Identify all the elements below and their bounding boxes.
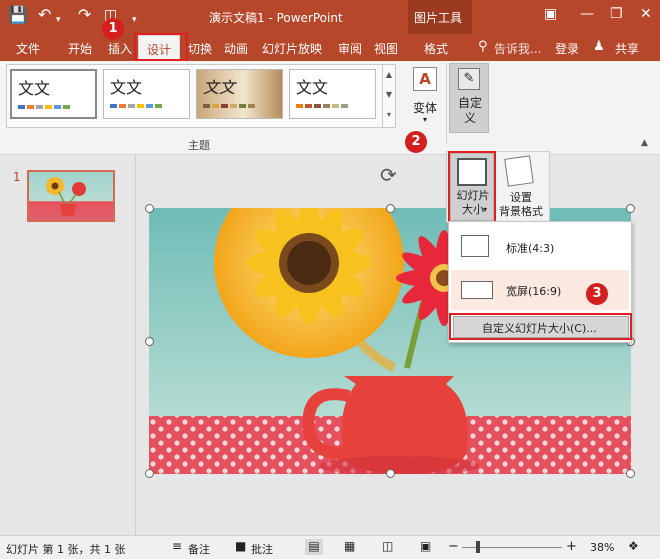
standard-ratio-icon [461,235,489,257]
custom-size-highlight [449,313,632,340]
standard-size-option[interactable]: 标准(4:3) [451,226,629,266]
gallery-scroll[interactable]: ▲ ▼ ▾ [382,65,395,127]
resize-handle[interactable] [626,204,635,213]
resize-handle[interactable] [145,337,154,346]
slide-thumbnail-pane: 1 [0,155,136,535]
tab-transitions[interactable]: 切换 [188,40,212,57]
step-badge-2: 2 [405,131,427,153]
customize-button[interactable]: ✎ 自定 义 [449,63,489,133]
themes-group-label: 主题 [188,139,210,152]
comments-icon: ■ [235,539,247,553]
theme-office[interactable]: 文文 [10,69,97,119]
tell-me-input[interactable]: 告诉我... [494,40,541,57]
theme-preview-text: 文文 [110,78,143,97]
save-icon[interactable]: 💾 [8,5,28,25]
customize-icon: ✎ [458,68,480,90]
tab-home[interactable]: 开始 [68,40,92,57]
collapse-ribbon-icon[interactable]: ▲ [641,138,648,148]
tab-insert[interactable]: 插入 [108,40,132,57]
resize-handle[interactable] [145,469,154,478]
theme-color-bars [203,104,255,108]
window-title: 演示文稿1 - PowerPoint [209,11,343,25]
standard-size-label: 标准(4:3) [506,242,555,255]
reading-view-icon[interactable]: ◫ [382,539,393,553]
theme-preview-text: 文文 [296,78,329,97]
tab-review[interactable]: 审阅 [338,40,362,57]
design-tab-highlight [134,33,188,61]
scroll-down-icon[interactable]: ▼ [383,85,395,105]
theme-color-bars [296,104,348,108]
tab-format[interactable]: 格式 [424,40,448,57]
theme-preview-text: 文文 [203,78,236,97]
resize-handle[interactable] [386,469,395,478]
lightbulb-icon: ⚲ [478,39,488,54]
slideshow-view-icon[interactable]: ▣ [420,539,431,553]
customize-label: 自定 义 [457,96,482,125]
login-link[interactable]: 登录 [555,40,579,57]
format-background-label: 设置 背景格式 [499,191,543,218]
ribbon-display-icon[interactable]: ▣ [544,6,557,22]
minimize-icon[interactable]: — [580,6,594,22]
tab-file[interactable]: 文件 [16,40,40,57]
slide-size-highlight [448,151,496,223]
share-button[interactable]: 共享 [615,40,639,57]
theme-color-bars [18,105,70,109]
thumbnail-number: 1 [13,170,21,184]
widescreen-label: 宽屏(16:9) [506,285,562,298]
zoom-level[interactable]: 38% [590,541,614,554]
slide-sorter-icon[interactable]: ▦ [344,539,355,553]
status-bar: 幻灯片 第 1 张，共 1 张 ≡ 备注 ■ 批注 ▤ ▦ ◫ ▣ − + 38… [0,535,660,559]
customize-qat-icon[interactable]: ▾ [132,10,137,30]
tab-animations[interactable]: 动画 [224,40,248,57]
step-badge-1: 1 [102,18,124,40]
zoom-out-icon[interactable]: − [448,539,459,554]
resize-handle[interactable] [626,469,635,478]
gallery-more-icon[interactable]: ▾ [383,105,395,125]
picture-tools-label: 图片工具 [414,11,463,25]
scroll-up-icon[interactable]: ▲ [383,65,395,85]
zoom-in-icon[interactable]: + [566,539,577,554]
title-bar: 💾 ↶ ▾ ↷ ◫ ▾ 演示文稿1 - PowerPoint 图片工具 ▣ — … [0,0,660,61]
redo-icon[interactable]: ↷ [78,5,91,25]
resize-handle[interactable] [145,204,154,213]
theme-color-bars [110,104,162,108]
ribbon-tabs: 文件 开始 插入 设计 切换 动画 幻灯片放映 审阅 视图 格式 ⚲ 告诉我..… [0,34,660,61]
format-background-button[interactable]: 设置 背景格式 [496,155,548,219]
tab-slideshow[interactable]: 幻灯片放映 [262,40,322,57]
undo-icon[interactable]: ↶ [38,5,51,25]
rotate-handle-icon[interactable]: ⟳ [380,163,397,187]
theme-3[interactable]: 文文 [196,69,283,119]
variants-button[interactable]: A 变体 ▾ [405,65,445,131]
fit-to-window-icon[interactable]: ❖ [628,539,639,553]
theme-preview-text: 文文 [18,79,51,98]
theme-2[interactable]: 文文 [103,69,190,119]
notes-icon: ≡ [172,539,183,553]
tab-view[interactable]: 视图 [374,40,398,57]
widescreen-ratio-icon [461,281,493,299]
normal-view-icon[interactable]: ▤ [305,539,323,555]
share-icon: ♟ [593,39,605,54]
close-icon[interactable]: ✕ [640,6,652,22]
undo-dropdown-icon[interactable]: ▾ [56,10,61,30]
resize-handle[interactable] [386,204,395,213]
thumbnail-image [46,177,86,216]
step-badge-3: 3 [586,283,608,305]
slide-counter: 幻灯片 第 1 张，共 1 张 [6,543,126,556]
ribbon: 文文 文文 文文 文文 ▲ ▼ ▾ 主题 A 变体 ▾ ✎ 自定 义 ▲ [0,61,660,155]
slide-thumbnail-1[interactable] [27,170,115,222]
variants-icon: A [413,67,437,91]
notes-button[interactable]: 备注 [188,541,210,557]
restore-icon[interactable]: ❐ [610,6,623,22]
comments-button[interactable]: 批注 [251,541,273,557]
theme-4[interactable]: 文文 [289,69,376,119]
format-background-icon [504,155,534,187]
chevron-down-icon: ▾ [422,115,427,124]
variants-label: 变体 [412,101,437,115]
zoom-slider-thumb[interactable] [476,541,480,553]
ribbon-divider [446,63,447,143]
